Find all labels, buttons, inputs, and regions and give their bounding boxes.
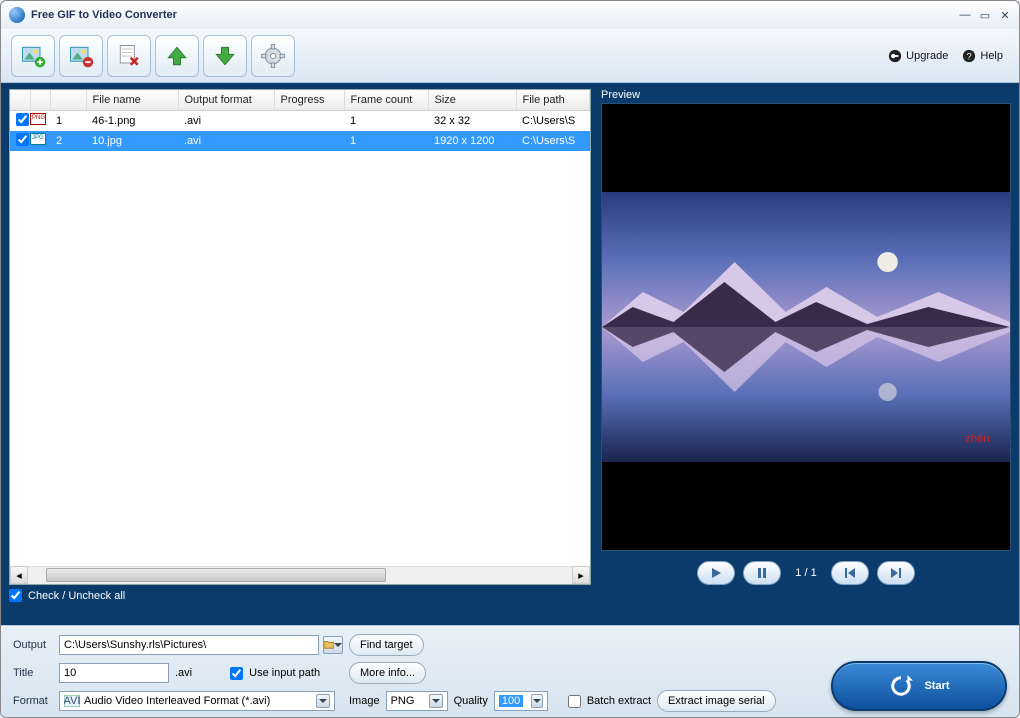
svg-text:?: ? — [967, 51, 972, 62]
quality-dropdown[interactable]: 100 — [494, 691, 548, 711]
chevron-down-icon — [531, 694, 543, 708]
table-row[interactable]: 2 10.jpg .avi 1 1920 x 1200 C:\Users\S — [10, 131, 590, 151]
use-input-path-checkbox[interactable] — [230, 667, 243, 680]
more-info-button[interactable]: More info... — [349, 662, 426, 684]
format-label: Format — [13, 695, 59, 707]
output-label: Output — [13, 639, 59, 651]
find-target-button[interactable]: Find target — [349, 634, 424, 656]
move-down-button[interactable] — [203, 35, 247, 77]
avi-icon: AVI — [64, 695, 80, 707]
table-header-row: File name Output format Progress Frame c… — [10, 90, 590, 110]
minimize-button[interactable]: — — [959, 9, 971, 21]
next-frame-button[interactable] — [877, 561, 915, 585]
col-output-format[interactable]: Output format — [178, 90, 274, 110]
browse-folder-button[interactable] — [323, 636, 343, 654]
row-progress — [274, 131, 344, 151]
settings-button[interactable] — [251, 35, 295, 77]
use-input-path-label: Use input path — [249, 667, 320, 679]
check-all-checkbox[interactable] — [9, 589, 22, 602]
preview-frame: zhēn — [601, 103, 1011, 551]
maximize-button[interactable]: ▭ — [979, 9, 991, 21]
preview-image: zhēn — [602, 192, 1010, 462]
row-frames: 1 — [344, 110, 428, 131]
row-size: 1920 x 1200 — [428, 131, 516, 151]
add-file-button[interactable] — [11, 35, 55, 77]
col-progress[interactable]: Progress — [274, 90, 344, 110]
move-down-icon — [211, 42, 239, 70]
title-extension: .avi — [175, 667, 192, 679]
quality-label: Quality — [454, 695, 488, 707]
preview-panel: Preview — [601, 89, 1011, 585]
horizontal-scrollbar[interactable]: ◂ ▸ — [10, 566, 590, 584]
col-filename[interactable]: File name — [86, 90, 178, 110]
move-up-icon — [163, 42, 191, 70]
jpg-icon — [30, 133, 46, 145]
row-index: 2 — [50, 131, 86, 151]
check-all-label: Check / Uncheck all — [28, 590, 125, 602]
title-label: Title — [13, 667, 59, 679]
batch-extract-label: Batch extract — [587, 695, 651, 707]
prev-frame-button[interactable] — [831, 561, 869, 585]
col-frame-count[interactable]: Frame count — [344, 90, 428, 110]
svg-text:AVI: AVI — [64, 695, 80, 707]
row-checkbox[interactable] — [16, 133, 29, 146]
row-path: C:\Users\S — [516, 131, 590, 151]
image-label: Image — [349, 695, 380, 707]
title-input[interactable] — [59, 663, 169, 683]
row-filename: 10.jpg — [86, 131, 178, 151]
clear-list-button[interactable] — [107, 35, 151, 77]
batch-extract-checkbox[interactable] — [568, 695, 581, 708]
pause-button[interactable] — [743, 561, 781, 585]
frame-counter: 1 / 1 — [795, 567, 816, 579]
col-file-path[interactable]: File path — [516, 90, 590, 110]
scroll-left-arrow[interactable]: ◂ — [10, 566, 28, 584]
help-label: Help — [980, 50, 1003, 62]
chevron-down-icon — [316, 694, 330, 708]
help-icon: ? — [962, 49, 976, 63]
move-up-button[interactable] — [155, 35, 199, 77]
row-format: .avi — [178, 110, 274, 131]
output-path-input[interactable] — [59, 635, 319, 655]
extract-image-serial-button[interactable]: Extract image serial — [657, 690, 776, 712]
clear-list-icon — [115, 42, 143, 70]
file-list-panel: File name Output format Progress Frame c… — [9, 89, 591, 585]
close-button[interactable]: ✕ — [999, 9, 1011, 21]
table-row[interactable]: 1 46-1.png .avi 1 32 x 32 C:\Users\S — [10, 110, 590, 131]
format-dropdown[interactable]: AVI Audio Video Interleaved Format (*.av… — [59, 691, 335, 711]
quality-value: 100 — [499, 695, 523, 707]
png-icon — [30, 113, 46, 125]
window-title: Free GIF to Video Converter — [31, 9, 959, 21]
upgrade-label: Upgrade — [906, 50, 948, 62]
row-size: 32 x 32 — [428, 110, 516, 131]
upgrade-icon — [888, 49, 902, 63]
remove-file-button[interactable] — [59, 35, 103, 77]
preview-label: Preview — [601, 89, 1011, 101]
play-button[interactable] — [697, 561, 735, 585]
start-button[interactable]: Start — [831, 661, 1007, 711]
chevron-down-icon — [429, 694, 443, 708]
start-icon — [888, 673, 914, 699]
row-frames: 1 — [344, 131, 428, 151]
image-value: PNG — [391, 695, 415, 707]
svg-text:zhēn: zhēn — [965, 433, 989, 445]
image-format-dropdown[interactable]: PNG — [386, 691, 448, 711]
start-label: Start — [924, 680, 949, 692]
upgrade-link[interactable]: Upgrade — [888, 49, 948, 63]
scrollbar-thumb[interactable] — [46, 568, 386, 582]
row-format: .avi — [178, 131, 274, 151]
row-index: 1 — [50, 110, 86, 131]
help-link[interactable]: ? Help — [962, 49, 1003, 63]
col-size[interactable]: Size — [428, 90, 516, 110]
row-checkbox[interactable] — [16, 113, 29, 126]
add-file-icon — [19, 42, 47, 70]
format-value: Audio Video Interleaved Format (*.avi) — [84, 695, 312, 707]
gear-icon — [259, 42, 287, 70]
row-progress — [274, 110, 344, 131]
remove-file-icon — [67, 42, 95, 70]
row-filename: 46-1.png — [86, 110, 178, 131]
row-path: C:\Users\S — [516, 110, 590, 131]
app-icon — [9, 7, 25, 23]
scroll-right-arrow[interactable]: ▸ — [572, 566, 590, 584]
